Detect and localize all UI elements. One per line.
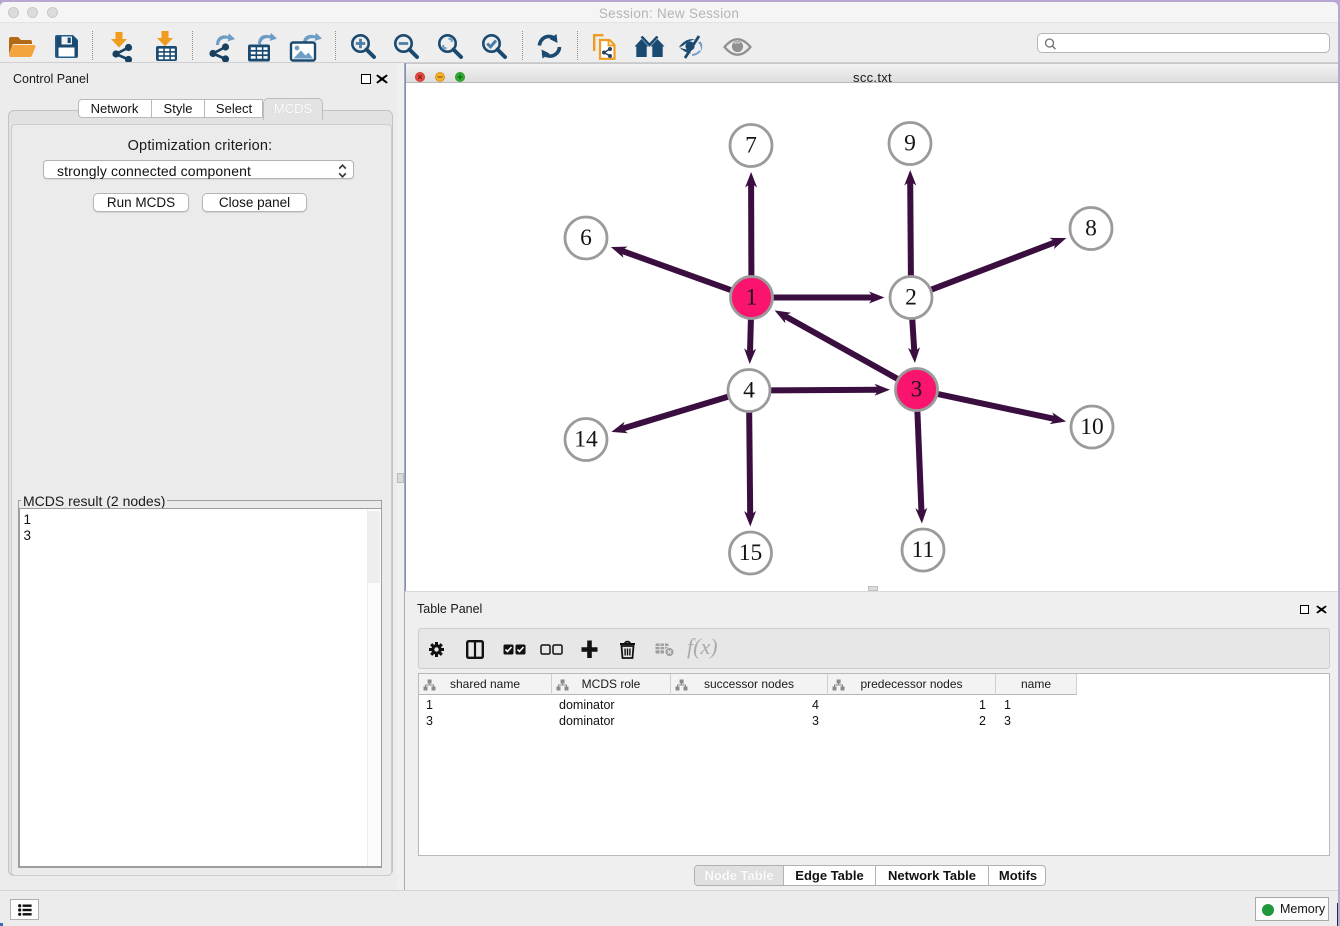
svg-text:7: 7 <box>745 133 757 159</box>
svg-text:15: 15 <box>739 540 763 566</box>
svg-text:4: 4 <box>743 378 755 404</box>
svg-text:11: 11 <box>912 537 935 563</box>
svg-text:1: 1 <box>746 285 758 311</box>
svg-text:2: 2 <box>905 285 917 311</box>
svg-text:6: 6 <box>580 225 592 251</box>
svg-text:8: 8 <box>1085 216 1097 242</box>
svg-text:3: 3 <box>911 377 923 403</box>
svg-text:10: 10 <box>1080 414 1104 440</box>
svg-text:14: 14 <box>574 427 598 453</box>
svg-text:9: 9 <box>904 131 916 157</box>
